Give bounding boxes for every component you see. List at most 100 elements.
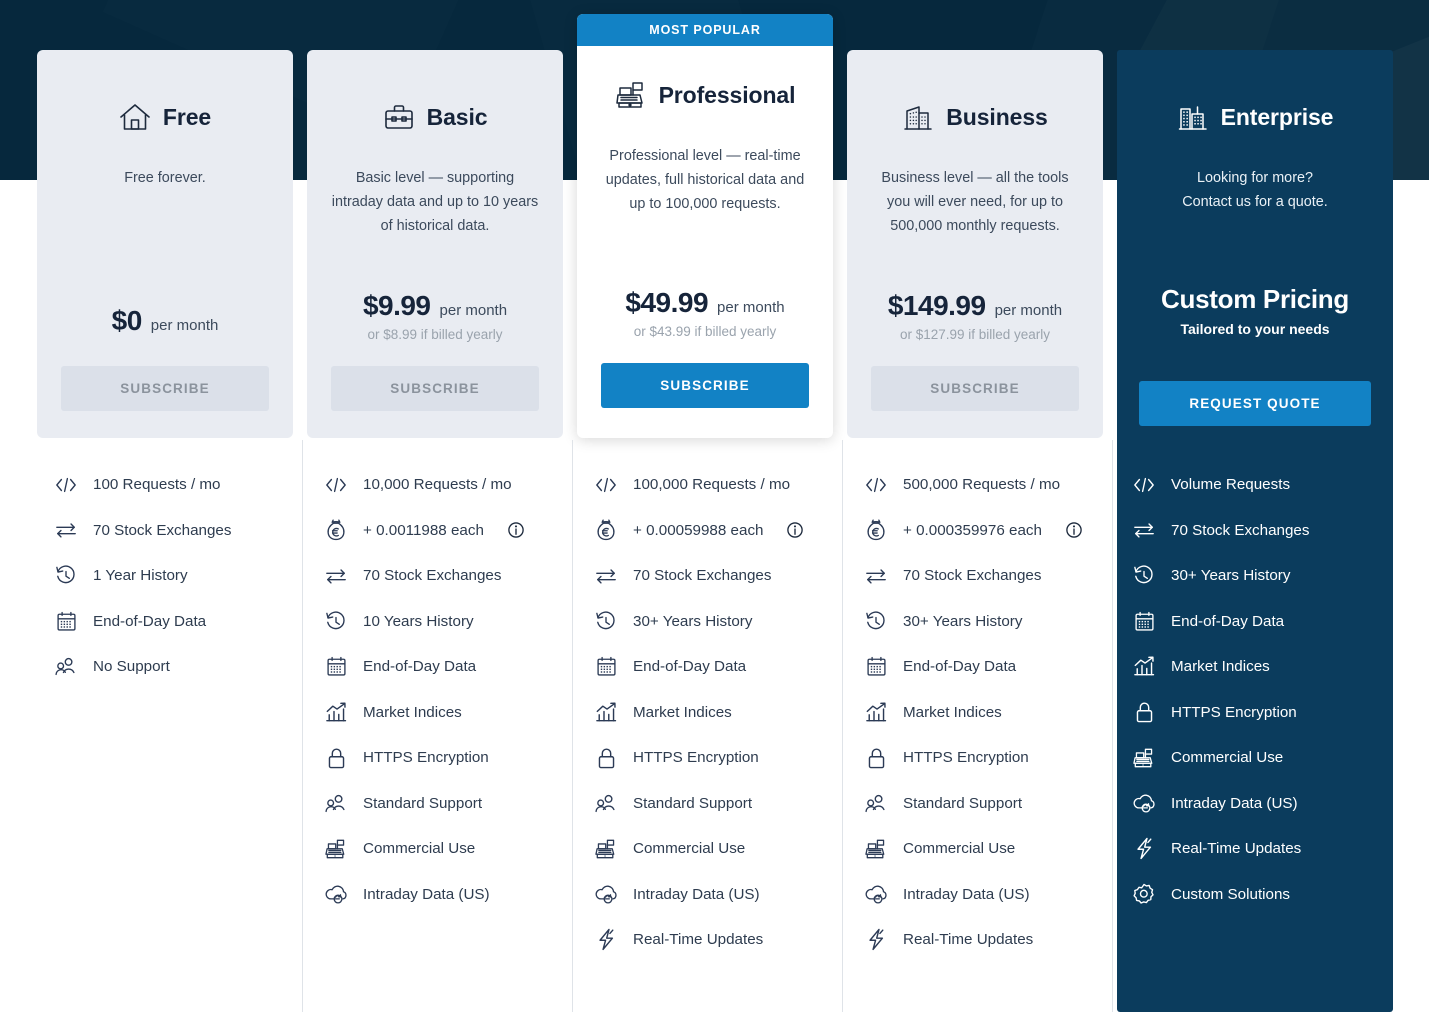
feature-row: End-of-Day Data bbox=[1133, 599, 1393, 645]
briefcase-icon bbox=[383, 102, 415, 132]
feature-label: 70 Stock Exchanges bbox=[363, 567, 502, 585]
feature-row: Real-Time Updates bbox=[865, 917, 1103, 963]
plan-price-yearly: or $127.99 if billed yearly bbox=[899, 327, 1051, 342]
feature-row: Intraday Data (US) bbox=[595, 872, 833, 918]
feature-label: HTTPS Encryption bbox=[903, 749, 1029, 767]
feature-row: Market Indices bbox=[325, 690, 563, 736]
cash-register-icon bbox=[865, 838, 887, 860]
plan-description-line-2: Contact us for a quote. bbox=[1182, 194, 1328, 210]
history-clock-icon bbox=[595, 610, 617, 632]
feature-list-business: 500,000 Requests / mo + 0.000359976 each 7… bbox=[847, 462, 1103, 963]
feature-label: Standard Support bbox=[633, 794, 753, 812]
subscribe-button-free[interactable]: SUBSCRIBE bbox=[61, 366, 269, 411]
plan-price-period: per month bbox=[150, 317, 219, 334]
info-icon[interactable] bbox=[1066, 522, 1082, 539]
cash-register-icon bbox=[325, 838, 347, 860]
plan-title: Basic bbox=[426, 103, 488, 130]
subscribe-button-basic[interactable]: SUBSCRIBE bbox=[331, 366, 539, 411]
feature-row: HTTPS Encryption bbox=[1133, 690, 1393, 736]
plan-price-block: $149.99 per month or $127.99 if billed y… bbox=[871, 290, 1079, 342]
code-icon bbox=[1133, 474, 1155, 496]
feature-list-enterprise: Volume Requests 70 Stock Exchanges 30+ Yea… bbox=[1117, 462, 1393, 917]
feature-row: Custom Solutions bbox=[1133, 872, 1393, 918]
feature-label: Market Indices bbox=[903, 703, 1002, 721]
info-icon[interactable] bbox=[508, 522, 524, 539]
request-quote-button[interactable]: REQUEST QUOTE bbox=[1139, 381, 1371, 426]
plan-description: Basic level — supporting intraday data a… bbox=[331, 170, 539, 234]
feature-row: Real-Time Updates bbox=[1133, 826, 1393, 872]
feature-label: Real-Time Updates bbox=[633, 931, 764, 949]
feature-row: Market Indices bbox=[1133, 644, 1393, 690]
plan-header-basic: Basic bbox=[383, 96, 488, 138]
plan-price-yearly: or $8.99 if billed yearly bbox=[367, 327, 503, 342]
feature-label: Custom Solutions bbox=[1171, 885, 1291, 903]
feature-label: Commercial Use bbox=[1171, 749, 1284, 767]
plan-price-period: per month bbox=[717, 299, 785, 316]
plan-card-professional[interactable]: MOST POPULAR Professional Professional l… bbox=[577, 14, 833, 438]
feature-row: + 0.000359976 each bbox=[865, 508, 1103, 554]
feature-label: Real-Time Updates bbox=[1171, 840, 1302, 858]
feature-list-basic: 10,000 Requests / mo + 0.0011988 each 70 S… bbox=[307, 462, 563, 917]
feature-row: 10,000 Requests / mo bbox=[325, 462, 563, 508]
cloud-refresh-icon bbox=[325, 883, 347, 905]
history-clock-icon bbox=[55, 565, 77, 587]
feature-list-free: 100 Requests / mo 70 Stock Exchanges 1 Yea… bbox=[37, 462, 293, 690]
subscribe-button-business[interactable]: SUBSCRIBE bbox=[871, 366, 1079, 411]
feature-row: Commercial Use bbox=[595, 826, 833, 872]
feature-label: Commercial Use bbox=[633, 840, 746, 858]
feature-label: Standard Support bbox=[903, 794, 1023, 812]
plan-price-amount: $0 bbox=[111, 305, 143, 336]
gear-icon bbox=[1133, 883, 1155, 905]
feature-label: 30+ Years History bbox=[633, 612, 753, 630]
feature-row: Intraday Data (US) bbox=[1133, 781, 1393, 827]
code-icon bbox=[865, 474, 887, 496]
feature-label: HTTPS Encryption bbox=[633, 749, 759, 767]
feature-row: Commercial Use bbox=[325, 826, 563, 872]
plan-header-professional: Professional bbox=[615, 74, 796, 116]
feature-row: Commercial Use bbox=[1133, 735, 1393, 781]
plan-title: Free bbox=[162, 103, 212, 130]
code-icon bbox=[595, 474, 617, 496]
feature-label: Intraday Data (US) bbox=[1171, 794, 1298, 812]
column-divider bbox=[572, 440, 573, 1012]
calendar-icon bbox=[595, 656, 617, 678]
office-building-icon bbox=[902, 102, 934, 132]
column-divider bbox=[1112, 440, 1113, 1012]
info-icon[interactable] bbox=[787, 522, 804, 539]
calendar-icon bbox=[865, 656, 887, 678]
subscribe-button-professional[interactable]: SUBSCRIBE bbox=[601, 363, 809, 408]
feature-row: 30+ Years History bbox=[595, 599, 833, 645]
feature-row: End-of-Day Data bbox=[595, 644, 833, 690]
feature-row: 500,000 Requests / mo bbox=[865, 462, 1103, 508]
feature-row: HTTPS Encryption bbox=[865, 735, 1103, 781]
plan-card-free[interactable]: Free Free forever. $0 per month SUBSCRIB… bbox=[37, 50, 293, 438]
feature-row: + 0.0011988 each bbox=[325, 508, 563, 554]
feature-label: 10,000 Requests / mo bbox=[363, 476, 512, 494]
code-icon bbox=[325, 474, 347, 496]
city-buildings-icon bbox=[1177, 102, 1209, 133]
feature-label: 100 Requests / mo bbox=[93, 476, 221, 494]
feature-row: HTTPS Encryption bbox=[595, 735, 833, 781]
feature-row: Intraday Data (US) bbox=[325, 872, 563, 918]
feature-row: Volume Requests bbox=[1133, 462, 1393, 508]
plan-price-period: per month bbox=[439, 302, 508, 319]
users-icon bbox=[325, 792, 347, 814]
most-popular-badge: MOST POPULAR bbox=[577, 14, 833, 46]
plan-price-block: $49.99 per month or $43.99 if billed yea… bbox=[601, 287, 809, 339]
feature-label: No Support bbox=[93, 658, 170, 676]
feature-row: Standard Support bbox=[595, 781, 833, 827]
feature-label: Intraday Data (US) bbox=[903, 885, 1030, 903]
chart-up-icon bbox=[865, 701, 887, 723]
plan-price-period: per month bbox=[994, 302, 1063, 319]
feature-row: Commercial Use bbox=[865, 826, 1103, 872]
feature-label: Intraday Data (US) bbox=[363, 885, 490, 903]
feature-row: 70 Stock Exchanges bbox=[865, 553, 1103, 599]
plan-price-block: $9.99 per month or $8.99 if billed yearl… bbox=[331, 290, 539, 342]
feature-label: Standard Support bbox=[363, 794, 483, 812]
plan-header-free: Free bbox=[119, 96, 211, 138]
plan-card-basic[interactable]: Basic Basic level — supporting intraday … bbox=[307, 50, 563, 438]
plan-card-business[interactable]: Business Business level — all the tools … bbox=[847, 50, 1103, 438]
feature-label: 10 Years History bbox=[363, 612, 474, 630]
feature-label: Market Indices bbox=[633, 703, 732, 721]
feature-label: End-of-Day Data bbox=[1171, 612, 1285, 630]
